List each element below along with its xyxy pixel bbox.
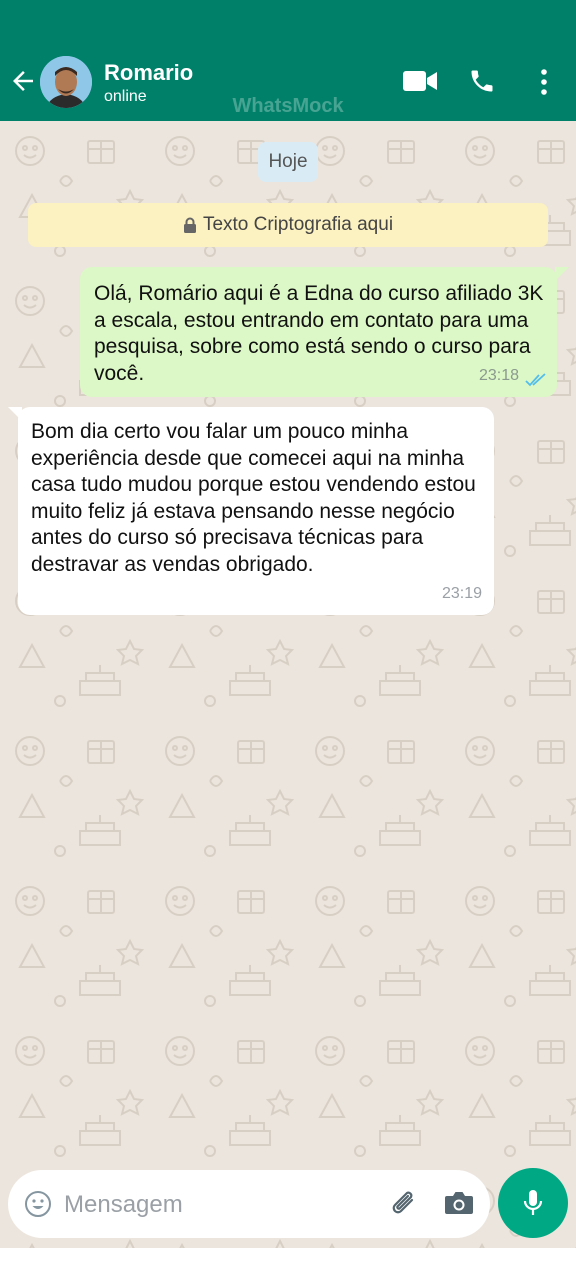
message-text: Bom dia certo vou falar um pouco minha e… — [31, 420, 476, 576]
message-input[interactable] — [62, 1184, 366, 1226]
emoji-icon[interactable] — [24, 1190, 52, 1218]
video-call-icon[interactable] — [402, 68, 438, 94]
message-time: 23:19 — [441, 584, 482, 602]
message-composer — [8, 1170, 490, 1238]
camera-icon[interactable] — [444, 1190, 474, 1216]
watermark: WhatsMock — [232, 95, 344, 117]
lock-icon — [183, 217, 196, 233]
phone-icon[interactable] — [468, 67, 496, 95]
message-text: Olá, Romário aqui é a Edna do curso afil… — [94, 282, 544, 385]
mic-icon — [523, 1190, 543, 1215]
message-time: 23:18 — [478, 366, 519, 384]
mic-button[interactable] — [498, 1168, 568, 1238]
chat-header: Romario online WhatsMock — [0, 0, 576, 121]
back-arrow-icon[interactable] — [8, 66, 38, 96]
system-nav-bar — [0, 1248, 576, 1280]
chat-area: Hoje Texto Criptografia aqui Olá, Romári… — [0, 121, 576, 1280]
attach-icon[interactable] — [390, 1188, 420, 1220]
encryption-notice[interactable]: Texto Criptografia aqui — [28, 203, 548, 247]
message-incoming[interactable]: Bom dia certo vou falar um pouco minha e… — [18, 407, 494, 615]
encryption-notice-text: Texto Criptografia aqui — [202, 214, 394, 235]
contact-name[interactable]: Romario — [104, 60, 193, 86]
date-chip: Hoje — [258, 142, 318, 182]
outgoing-tail — [555, 267, 569, 281]
message-outgoing[interactable]: Olá, Romário aqui é a Edna do curso afil… — [80, 267, 557, 397]
more-vert-icon[interactable] — [536, 68, 552, 96]
double-check-icon — [525, 373, 546, 387]
